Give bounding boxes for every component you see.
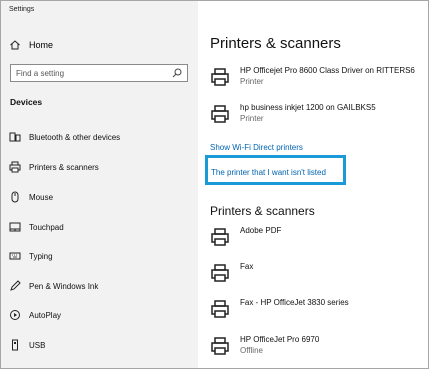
sidebar-item-pen[interactable]: Pen & Windows Ink xyxy=(9,279,98,293)
sidebar-home-label: Home xyxy=(29,40,54,50)
printer-name: hp business inkjet 1200 on GAILBKS5 xyxy=(240,103,376,112)
sidebar-item-label: Mouse xyxy=(29,192,54,202)
sidebar-item-mouse[interactable]: Mouse xyxy=(9,190,53,204)
page-title: Printers & scanners xyxy=(210,35,341,52)
section-title: Printers & scanners xyxy=(210,204,315,218)
printer-name: HP OfficeJet Pro 6970 xyxy=(240,335,320,344)
pen-icon xyxy=(10,280,21,291)
printer-icon xyxy=(211,228,229,246)
sidebar-item-label: Pen & Windows Ink xyxy=(29,281,99,291)
sidebar-item-label: Printers & scanners xyxy=(29,162,99,172)
sidebar-item-label: USB xyxy=(29,340,46,350)
printer-icon xyxy=(211,337,229,355)
show-wifi-direct-link[interactable]: Show Wi-Fi Direct printers xyxy=(210,143,303,152)
printer-item[interactable]: Fax xyxy=(210,261,253,283)
printer-item[interactable]: HP Officejet Pro 8600 Class Driver on RI… xyxy=(210,65,415,87)
highlight-box xyxy=(205,155,346,185)
search-placeholder: Find a setting xyxy=(16,68,65,78)
sidebar-item-autoplay[interactable]: AutoPlay xyxy=(9,308,61,322)
printer-item[interactable]: Fax - HP OfficeJet 3830 series xyxy=(210,297,349,319)
touchpad-icon xyxy=(9,222,21,232)
home-icon xyxy=(10,40,20,50)
printer-name: HP Officejet Pro 8600 Class Driver on RI… xyxy=(240,66,415,75)
sidebar-item-bluetooth[interactable]: Bluetooth & other devices xyxy=(9,130,120,144)
printer-name: Fax xyxy=(240,262,254,271)
window-title: Settings xyxy=(9,6,35,13)
printer-status: Offline xyxy=(240,346,263,355)
printer-icon xyxy=(211,300,229,318)
sidebar-item-label: Touchpad xyxy=(29,222,64,232)
autoplay-icon xyxy=(10,310,20,320)
printer-status: Printer xyxy=(240,114,264,123)
sidebar-item-usb[interactable]: USB xyxy=(9,338,45,352)
keyboard-icon xyxy=(9,252,21,260)
search-input[interactable]: Find a setting xyxy=(10,64,188,82)
printer-item[interactable]: HP OfficeJet Pro 6970 Offline xyxy=(210,334,319,356)
printer-name: Fax - HP OfficeJet 3830 series xyxy=(240,298,349,307)
printer-item[interactable]: hp business inkjet 1200 on GAILBKS5 Prin… xyxy=(210,102,376,124)
sidebar-item-label: AutoPlay xyxy=(29,310,62,320)
sidebar-item-typing[interactable]: Typing xyxy=(9,249,53,263)
sidebar-item-label: Typing xyxy=(29,251,53,261)
main-content: Printers & scanners HP Officejet Pro 860… xyxy=(198,1,428,368)
printer-icon xyxy=(211,105,229,123)
mouse-icon xyxy=(11,191,19,203)
printer-name: Adobe PDF xyxy=(240,226,282,235)
printer-status: Printer xyxy=(240,77,264,86)
printer-icon xyxy=(211,264,229,282)
usb-icon xyxy=(12,339,18,351)
bluetooth-devices-icon xyxy=(9,132,21,142)
sidebar: Settings Home Find a setting Devices Blu… xyxy=(1,1,198,368)
sidebar-home[interactable]: Home xyxy=(9,38,53,52)
printer-item[interactable]: Adobe PDF xyxy=(210,225,281,247)
settings-window: Settings Home Find a setting Devices Blu… xyxy=(0,0,429,369)
printer-icon xyxy=(9,161,21,173)
search-icon[interactable] xyxy=(172,68,182,78)
printer-icon xyxy=(211,68,229,86)
sidebar-item-touchpad[interactable]: Touchpad xyxy=(9,220,64,234)
section-devices: Devices xyxy=(10,97,43,107)
sidebar-item-label: Bluetooth & other devices xyxy=(29,132,121,142)
sidebar-item-printers[interactable]: Printers & scanners xyxy=(9,160,99,174)
